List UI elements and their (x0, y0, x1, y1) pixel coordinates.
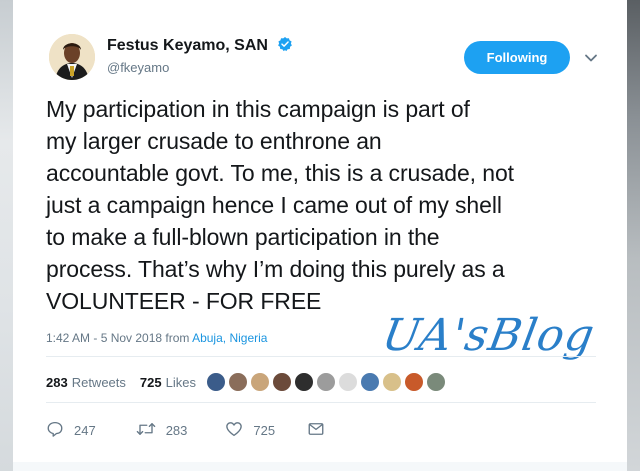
liker-avatar[interactable] (293, 372, 314, 392)
tweet-actions: 247 283 725 (46, 420, 335, 441)
retweets-count[interactable]: 283 (46, 375, 68, 390)
retweets-label[interactable]: Retweets (72, 375, 126, 390)
liker-avatar[interactable] (403, 372, 424, 392)
tweet-line: to make a full-blown participation in th… (46, 224, 440, 250)
following-button[interactable]: Following (464, 41, 570, 74)
liker-avatar[interactable] (359, 372, 380, 392)
tweet-text: My participation in this campaign is par… (46, 93, 616, 317)
location-link[interactable]: Abuja, Nigeria (192, 331, 267, 345)
tweet-line: just a campaign hence I came out of my s… (46, 192, 502, 218)
liker-avatar[interactable] (381, 372, 402, 392)
direct-message-button[interactable] (307, 420, 335, 441)
likes-count[interactable]: 725 (140, 375, 162, 390)
reply-button[interactable]: 247 (46, 420, 96, 441)
tweet-line: my larger crusade to enthrone an (46, 128, 382, 154)
verified-badge-icon (277, 36, 293, 57)
display-name-text[interactable]: Festus Keyamo, SAN (107, 37, 268, 54)
reply-icon (46, 420, 74, 441)
left-background-strip (0, 0, 13, 471)
avatar[interactable] (49, 34, 95, 80)
direct-message-icon (307, 420, 335, 441)
right-background-strip (627, 0, 640, 471)
display-name[interactable]: Festus Keyamo, SAN (107, 36, 293, 57)
watermark: UA'sBlog (378, 310, 599, 361)
divider (46, 402, 596, 403)
like-count: 725 (253, 423, 276, 438)
retweet-button[interactable]: 283 (136, 420, 188, 441)
liker-avatar[interactable] (337, 372, 358, 392)
bottom-strip (13, 462, 627, 471)
tweet-card: Festus Keyamo, SAN @fkeyamo Following My… (13, 0, 627, 471)
tweet-line: My participation in this campaign is par… (46, 96, 470, 122)
liker-avatar[interactable] (249, 372, 270, 392)
retweet-icon (136, 420, 166, 441)
chevron-down-icon[interactable] (584, 51, 598, 65)
liker-avatar[interactable] (227, 372, 248, 392)
tweet-line: accountable govt. To me, this is a crusa… (46, 160, 514, 186)
retweet-count: 283 (165, 423, 188, 438)
like-button[interactable]: 725 (225, 420, 275, 441)
liker-avatar[interactable] (205, 372, 226, 392)
timestamp[interactable]: 1:42 AM - 5 Nov 2018 from (46, 331, 189, 345)
engagement-stats: 283 Retweets 725 Likes (46, 372, 448, 392)
liker-avatars (205, 372, 448, 392)
liker-avatar[interactable] (271, 372, 292, 392)
likes-label[interactable]: Likes (166, 375, 196, 390)
liker-avatar[interactable] (425, 372, 446, 392)
heart-icon (225, 420, 253, 441)
tweet-line: process. That’s why I’m doing this purel… (46, 256, 505, 282)
divider (46, 356, 596, 357)
user-handle[interactable]: @fkeyamo (107, 60, 169, 75)
liker-avatar[interactable] (315, 372, 336, 392)
reply-count: 247 (74, 423, 96, 438)
timestamp-row: 1:42 AM - 5 Nov 2018 from Abuja, Nigeria (46, 331, 267, 345)
